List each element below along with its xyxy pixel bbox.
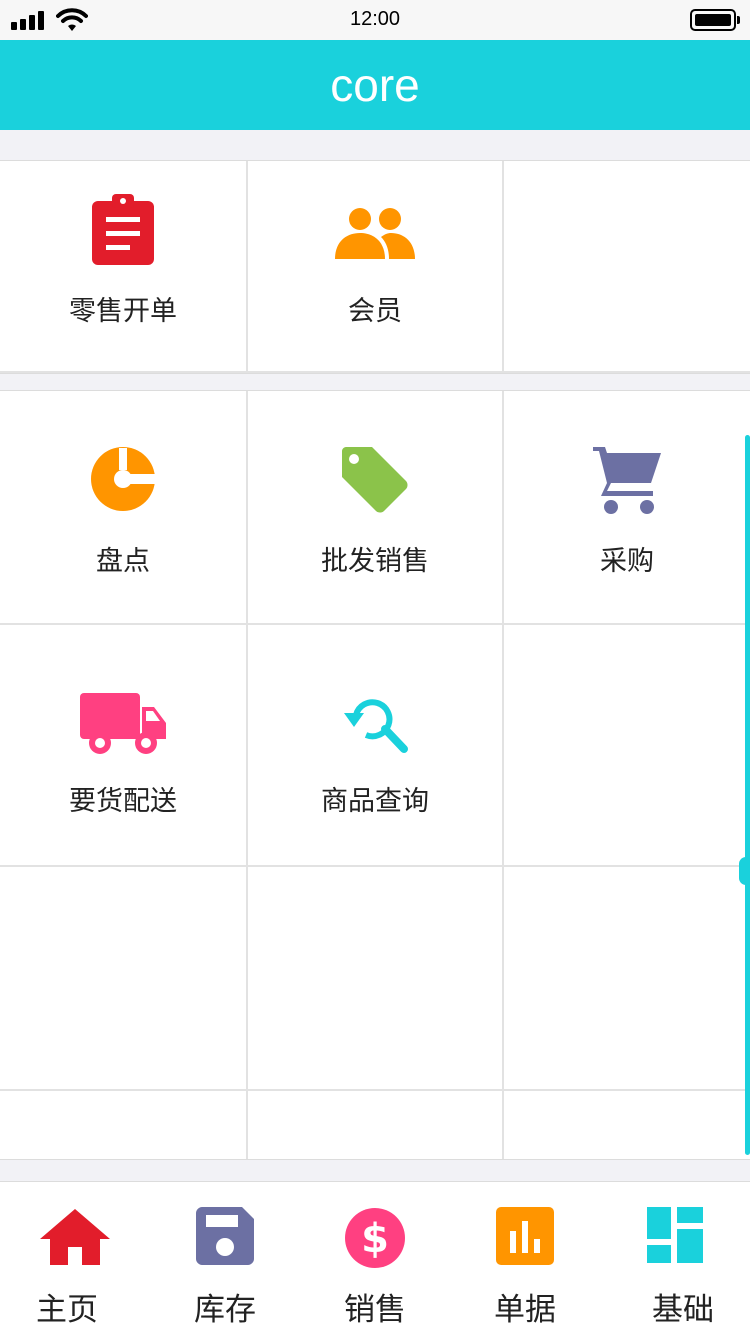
grid-item-purchase[interactable]: 采购 xyxy=(504,391,750,625)
grid-item-empty xyxy=(248,867,504,1091)
grid-item-label: 商品查询 xyxy=(321,786,429,817)
dollar-icon: $ xyxy=(345,1208,405,1268)
grid-item-label: 会员 xyxy=(348,296,402,327)
grid-item-members[interactable]: 会员 xyxy=(248,161,504,373)
truck-icon xyxy=(80,693,166,754)
status-bar: 12:00 xyxy=(0,0,750,40)
grid-item-empty xyxy=(504,625,750,867)
cart-icon xyxy=(593,447,661,514)
search-refresh-icon xyxy=(344,699,408,753)
status-time: 12:00 xyxy=(349,8,401,30)
grid-item-delivery[interactable]: 要货配送 xyxy=(0,625,248,867)
scroll-indicator[interactable] xyxy=(745,435,750,1155)
grid-item-label: 盘点 xyxy=(96,546,150,577)
grid-item-label: 零售开单 xyxy=(69,296,177,327)
tab-label: 主页 xyxy=(36,1292,98,1328)
tab-label: 单据 xyxy=(494,1292,556,1328)
tab-documents[interactable]: 单据 xyxy=(450,1182,600,1334)
tab-label: 库存 xyxy=(194,1292,256,1328)
grid-item-empty xyxy=(504,1091,750,1159)
grid-item-label: 采购 xyxy=(600,546,654,577)
tab-label: 销售 xyxy=(344,1292,406,1328)
tab-sales[interactable]: $ 销售 xyxy=(300,1182,450,1334)
home-icon xyxy=(40,1209,110,1265)
svg-text:$: $ xyxy=(361,1216,389,1262)
grid-item-product-search[interactable]: 商品查询 xyxy=(248,625,504,867)
section-primary: 零售开单 会员 xyxy=(0,160,750,374)
save-icon xyxy=(196,1207,254,1265)
battery-icon xyxy=(690,9,740,31)
clipboard-icon xyxy=(92,194,154,265)
dashboard-icon xyxy=(647,1207,703,1263)
section-operations: 盘点 批发销售 采购 要货配送 商品查询 xyxy=(0,390,750,1160)
tab-basics[interactable]: 基础 xyxy=(600,1182,750,1334)
grid-item-stocktake[interactable]: 盘点 xyxy=(0,391,248,625)
tab-label: 基础 xyxy=(652,1292,714,1328)
tab-bar: 主页 库存 $ 销售 单据 基础 xyxy=(0,1181,750,1334)
grid-item-empty xyxy=(248,1091,504,1159)
grid-item-empty xyxy=(504,161,750,373)
grid-item-label: 要货配送 xyxy=(69,786,177,817)
grid-item-retail-order[interactable]: 零售开单 xyxy=(0,161,248,373)
inventory-check-icon xyxy=(91,447,156,511)
grid-item-empty xyxy=(0,1091,248,1159)
tab-inventory[interactable]: 库存 xyxy=(150,1182,300,1334)
tag-icon xyxy=(342,447,408,513)
tab-home[interactable]: 主页 xyxy=(0,1182,150,1334)
grid-item-empty xyxy=(0,867,248,1091)
members-icon xyxy=(335,208,415,259)
grid-item-empty xyxy=(504,867,750,1091)
bar-chart-icon xyxy=(496,1207,554,1265)
page-title: core xyxy=(330,59,420,111)
grid-item-label: 批发销售 xyxy=(321,546,429,577)
grid-item-wholesale[interactable]: 批发销售 xyxy=(248,391,504,625)
scroll-handle[interactable] xyxy=(739,857,750,885)
title-bar: core xyxy=(0,40,750,130)
